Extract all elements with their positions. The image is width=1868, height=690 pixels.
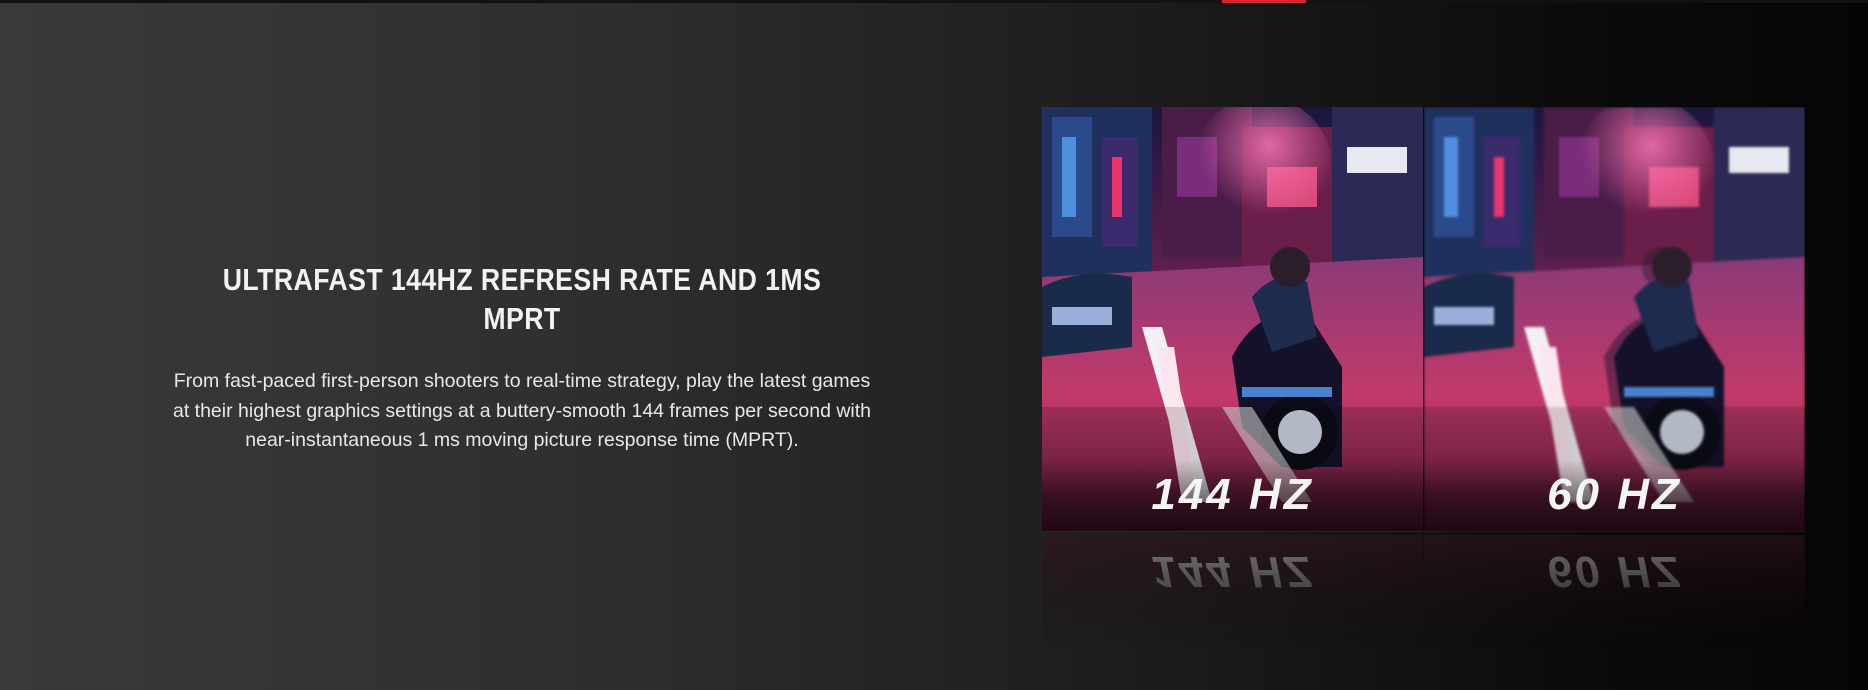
feature-description: From fast-paced first-person shooters to… [172, 370, 872, 451]
reflected-label-60hz: 60 HZ [1547, 547, 1682, 596]
reflected-label-144hz: 144 HZ [1151, 547, 1314, 596]
reflection-144hz: 144 HZ [1042, 535, 1423, 647]
top-accent-bar [1222, 0, 1306, 3]
feature-copy: ULTRAFAST 144HZ REFRESH RATE AND 1MS MPR… [160, 260, 884, 456]
feature-section: ULTRAFAST 144HZ REFRESH RATE AND 1MS MPR… [0, 0, 1868, 690]
top-divider [0, 0, 1868, 3]
feature-title: ULTRAFAST 144HZ REFRESH RATE AND 1MS MPR… [222, 262, 822, 336]
panel-60hz: 60 HZ [1424, 107, 1805, 532]
label-144hz: 144 HZ [1042, 459, 1423, 531]
reflection-60hz: 60 HZ [1424, 535, 1805, 647]
label-60hz: 60 HZ [1424, 459, 1805, 531]
panel-144hz: 144 HZ [1042, 107, 1423, 532]
refresh-rate-comparison: 144 HZ 60 HZ 144 HZ 60 HZ [1042, 107, 1805, 647]
